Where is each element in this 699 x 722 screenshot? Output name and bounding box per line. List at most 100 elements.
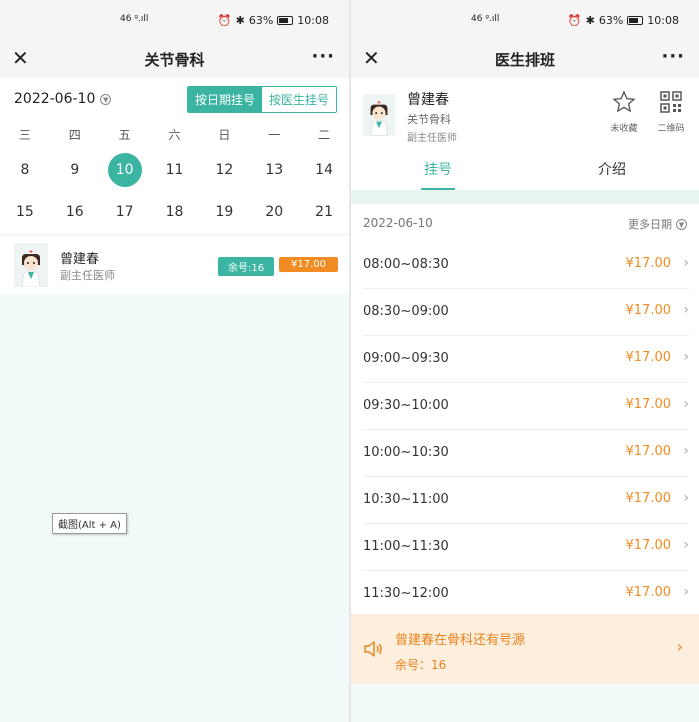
left-screen: 46 ᵍ.ıll ⏰ ✱ 63% 10:08 ✕ 关节骨科 ··· 2022-0… <box>0 0 349 722</box>
date-picker[interactable]: 2022-06-10 ▼ <box>14 91 112 107</box>
slot-time: 11:30~12:00 <box>363 586 449 601</box>
slot-price: ¥17.00 <box>625 397 672 412</box>
calendar-day[interactable]: 12 <box>199 162 249 178</box>
slot-price: ¥17.00 <box>625 350 672 365</box>
chevron-right-icon: › <box>683 255 689 271</box>
page-title: 医生排班 <box>494 51 555 69</box>
calendar-day[interactable]: 19 <box>199 204 249 220</box>
clock: 10:08 <box>297 14 329 27</box>
doctor-department: 关节骨科 <box>407 113 451 126</box>
qrcode-label: 二维码 <box>657 124 685 134</box>
network-indicator: 46 ᵍ.ıll <box>120 14 149 24</box>
calendar-day[interactable]: 15 <box>0 204 50 220</box>
screenshot-tooltip: 截图(Alt + A) <box>52 513 127 534</box>
calendar-day[interactable]: 17 <box>100 204 150 220</box>
chevron-right-icon: › <box>683 584 689 600</box>
slot-time: 09:00~09:30 <box>363 351 449 366</box>
bluetooth-icon: ✱ <box>235 14 245 27</box>
slot-time: 08:00~08:30 <box>363 257 449 272</box>
calendar-day-selected[interactable]: 10 <box>107 152 142 187</box>
qrcode-button[interactable]: 二维码 <box>653 90 689 134</box>
date-row: 2022-06-10 ▼ 按日期挂号 按医生挂号 <box>0 78 349 122</box>
bottom-area <box>351 684 699 722</box>
more-dates-button[interactable]: 更多日期 ▼ <box>628 216 687 232</box>
schedule-header: 2022-06-10 更多日期 ▼ <box>351 204 699 242</box>
battery-percent: 63% <box>248 14 274 27</box>
weekday-label: 三 <box>18 128 31 142</box>
calendar-day[interactable]: 18 <box>150 204 200 220</box>
weekday-label: 二 <box>318 128 331 142</box>
weekday-label: 四 <box>68 128 81 142</box>
time-slot[interactable]: 08:00~08:30 ¥17.00 › <box>363 242 689 289</box>
battery-percent: 63% <box>598 14 624 27</box>
time-slot[interactable]: 09:30~10:00 ¥17.00 › <box>363 383 689 430</box>
chevron-right-icon: › <box>683 349 689 365</box>
time-slot[interactable]: 09:00~09:30 ¥17.00 › <box>363 336 689 383</box>
page-title: 关节骨科 <box>144 51 205 69</box>
weekday-header: 三 四 五 六 日 一 二 <box>0 122 349 148</box>
chevron-right-icon: › <box>683 396 689 412</box>
bluetooth-icon: ✱ <box>585 14 595 27</box>
chevron-down-icon: ▼ <box>100 93 112 105</box>
slot-time: 09:30~10:00 <box>363 398 449 413</box>
doctor-avatar <box>14 243 48 287</box>
slot-price: ¥17.00 <box>625 256 672 271</box>
tab-by-doctor[interactable]: 按医生挂号 <box>261 87 336 112</box>
calendar-day[interactable]: 8 <box>0 162 50 178</box>
alarm-icon: ⏰ <box>567 14 582 27</box>
more-icon[interactable]: ··· <box>661 46 685 67</box>
slot-price: ¥17.00 <box>625 538 672 553</box>
favorite-button[interactable]: 未收藏 <box>607 90 641 134</box>
time-slot[interactable]: 11:00~11:30 ¥17.00 › <box>363 524 689 571</box>
time-slot[interactable]: 10:00~10:30 ¥17.00 › <box>363 430 689 477</box>
weekday-label: 六 <box>168 128 181 142</box>
more-icon[interactable]: ··· <box>311 46 335 67</box>
battery-icon <box>277 16 294 25</box>
price-badge: ¥17.00 <box>279 257 338 272</box>
calendar-day[interactable]: 11 <box>150 162 200 178</box>
calendar-day[interactable]: 21 <box>299 204 349 220</box>
tab-intro[interactable]: 介绍 <box>525 150 699 190</box>
clock: 10:08 <box>647 14 679 27</box>
tab-register[interactable]: 挂号 <box>351 150 525 190</box>
doctor-name: 曾建春 <box>60 252 100 267</box>
chevron-right-icon: › <box>683 537 689 553</box>
time-slot[interactable]: 10:30~11:00 ¥17.00 › <box>363 477 689 524</box>
nav-bar: ✕ 医生排班 ··· <box>351 40 699 78</box>
schedule-list: 2022-06-10 更多日期 ▼ 08:00~08:30 ¥17.00 › 0… <box>351 204 699 614</box>
chevron-right-icon: › <box>683 302 689 318</box>
calendar-day[interactable]: 20 <box>249 204 299 220</box>
availability-notice[interactable]: 曾建春在骨科还有号源 余号：16 › <box>351 614 699 684</box>
more-dates-label: 更多日期 <box>628 218 672 231</box>
slot-price: ¥17.00 <box>625 491 672 506</box>
doctor-name: 曾建春 <box>407 92 449 108</box>
tab-by-date[interactable]: 按日期挂号 <box>187 87 262 112</box>
weekday-label: 一 <box>268 128 281 142</box>
slot-price: ¥17.00 <box>625 444 672 459</box>
selected-date: 2022-06-10 <box>14 91 96 107</box>
time-slot[interactable]: 11:30~12:00 ¥17.00 › <box>363 571 689 618</box>
chevron-down-icon: ▼ <box>676 218 687 230</box>
calendar-day[interactable]: 9 <box>50 162 100 178</box>
status-bar: 46 ᵍ.ıll ⏰ ✱ 63% 10:08 <box>0 0 349 40</box>
qrcode-icon <box>660 91 682 113</box>
time-slot[interactable]: 08:30~09:00 ¥17.00 › <box>363 289 689 336</box>
calendar-day[interactable]: 14 <box>299 162 349 178</box>
schedule-date: 2022-06-10 <box>363 216 433 230</box>
doctor-title: 副主任医师 <box>60 269 115 282</box>
weekday-label: 五 <box>118 128 131 142</box>
slot-time: 08:30~09:00 <box>363 304 449 319</box>
doctor-header: 曾建春 关节骨科 副主任医师 未收藏 二维码 挂号 介绍 <box>351 78 699 190</box>
slot-time: 10:00~10:30 <box>363 445 449 460</box>
detail-tabs: 挂号 介绍 <box>351 150 699 190</box>
calendar-day[interactable]: 16 <box>50 204 100 220</box>
calendar-day[interactable]: 13 <box>249 162 299 178</box>
doctor-card[interactable]: 曾建春 副主任医师 余号:16 ¥17.00 <box>0 236 349 294</box>
status-bar: 46 ᵍ.ıll ⏰ ✱ 63% 10:08 <box>351 0 699 40</box>
slot-time: 11:00~11:30 <box>363 539 449 554</box>
battery-icon <box>627 16 644 25</box>
star-icon <box>612 90 636 113</box>
chevron-right-icon: › <box>683 443 689 459</box>
slot-time: 10:30~11:00 <box>363 492 449 507</box>
right-screen: 46 ᵍ.ıll ⏰ ✱ 63% 10:08 ✕ 医生排班 ··· 曾建春 关节… <box>351 0 699 722</box>
